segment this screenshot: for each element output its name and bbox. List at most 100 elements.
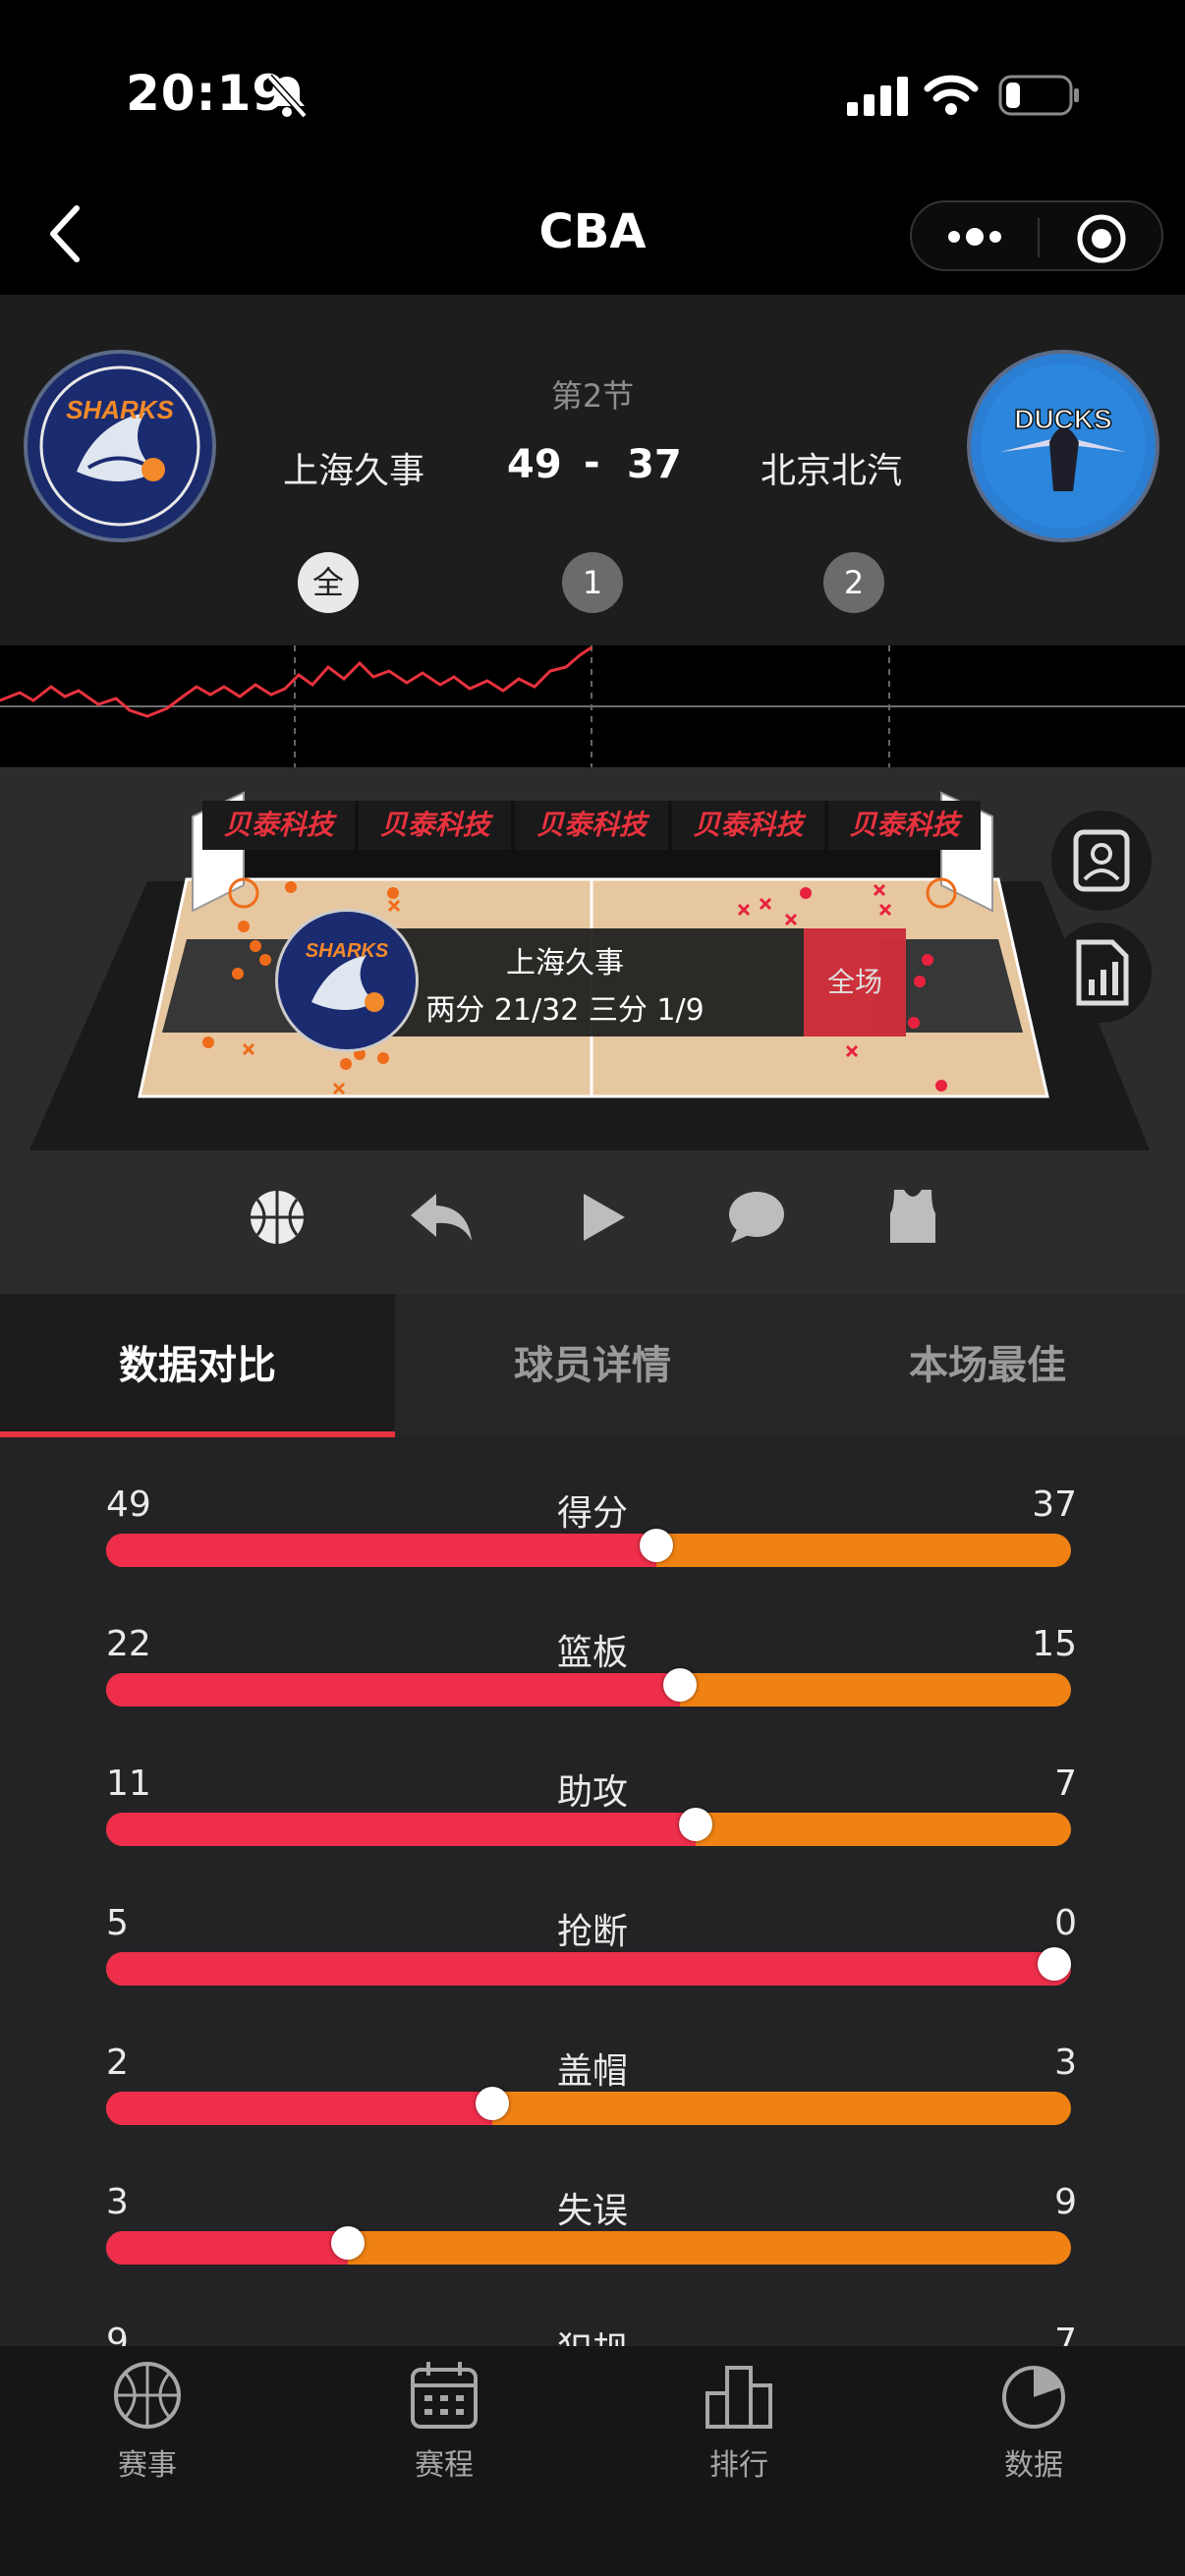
stat-bar bbox=[106, 2092, 1071, 2125]
stat-bar-home-fill bbox=[106, 1952, 1071, 1986]
basketball-icon[interactable] bbox=[248, 1188, 307, 1247]
stat-name: 助攻 bbox=[556, 1772, 628, 1813]
jersey-icon[interactable] bbox=[888, 1186, 937, 1247]
stat-name: 犯规 bbox=[0, 2322, 1185, 2346]
bottom-tab-schedule[interactable]: 赛程 bbox=[346, 2360, 542, 2484]
away-stat-value: 15 bbox=[1032, 1624, 1077, 1664]
battery-icon bbox=[998, 75, 1079, 116]
period-tab-2[interactable]: 2 bbox=[823, 552, 884, 613]
stat-bar-knob bbox=[330, 2226, 365, 2260]
bottom-tab-ranking[interactable]: 排行 bbox=[641, 2360, 837, 2484]
tab-bar: 数据对比 球员详情 本场最佳 bbox=[0, 1294, 1185, 1437]
stat-bar bbox=[106, 1813, 1071, 1846]
trend-svg bbox=[0, 645, 1185, 767]
stat-bar-home-fill bbox=[106, 1813, 696, 1846]
wifi-icon bbox=[924, 75, 979, 115]
away-stat-value: 37 bbox=[1032, 1484, 1077, 1525]
ranking-icon bbox=[705, 2366, 772, 2429]
stat-bar-home-fill bbox=[106, 1534, 656, 1567]
stat-bar bbox=[106, 1534, 1071, 1567]
stat-bar-knob bbox=[475, 2087, 509, 2120]
basketball-icon bbox=[114, 2362, 181, 2429]
mute-bell-icon bbox=[266, 74, 308, 118]
stat-row: 5 抢断 0 bbox=[0, 1903, 1185, 2043]
stat-row: 2 盖帽 3 bbox=[0, 2043, 1185, 2182]
court-area: 贝泰科技 贝泰科技 贝泰科技 贝泰科技 贝泰科技 上海久事 两分 21/32 三… bbox=[0, 767, 1185, 1294]
player-card-icon bbox=[1073, 829, 1130, 892]
stat-row: 11 助攻 7 bbox=[0, 1764, 1185, 1903]
bottom-nav: 赛事 赛程 排行 数据 bbox=[0, 2346, 1185, 2576]
away-stat-value: 3 bbox=[1054, 2043, 1077, 2083]
duck-logo-icon: DUCKS bbox=[981, 364, 1146, 529]
sponsor-board: 贝泰科技 bbox=[671, 801, 824, 850]
sponsor-board: 贝泰科技 bbox=[202, 801, 356, 850]
stat-row: 49 得分 37 bbox=[0, 1484, 1185, 1624]
away-stat-value: 7 bbox=[1054, 1764, 1077, 1804]
sponsor-board: 贝泰科技 bbox=[827, 801, 982, 850]
comment-icon[interactable] bbox=[727, 1190, 786, 1245]
stat-name: 篮板 bbox=[556, 1633, 628, 1673]
nav-bar: CBA bbox=[0, 177, 1185, 295]
svg-text:DUCKS: DUCKS bbox=[1014, 404, 1112, 434]
rewind-icon[interactable] bbox=[407, 1188, 476, 1247]
stat-bar-home-fill bbox=[106, 2092, 492, 2125]
stat-bar-home-fill bbox=[106, 2231, 348, 2265]
sponsor-banner: 贝泰科技 贝泰科技 贝泰科技 贝泰科技 贝泰科技 bbox=[202, 801, 982, 850]
stat-bar-home-fill bbox=[106, 1673, 681, 1707]
sponsor-board: 贝泰科技 bbox=[359, 801, 512, 850]
home-team-name: 上海久事 bbox=[283, 451, 425, 491]
stat-bar-knob bbox=[1038, 1947, 1071, 1981]
stat-name: 失误 bbox=[556, 2191, 628, 2231]
stat-bar bbox=[106, 1952, 1071, 1986]
stats-compare-list: 49 得分 37 22 篮板 15 11 助攻 7 5 抢断 0 2 盖帽 3 … bbox=[0, 1437, 1185, 2346]
shark-logo-icon: SHARKS bbox=[306, 940, 389, 1012]
away-score: 37 bbox=[627, 442, 682, 487]
stat-row: 9 犯规 7 bbox=[0, 2322, 1185, 2346]
full-game-button[interactable]: 全场 bbox=[804, 928, 906, 1036]
svg-text:SHARKS: SHARKS bbox=[306, 940, 389, 962]
score-separator: - bbox=[584, 440, 600, 485]
score-panel: SHARKS 第2节 上海久事 49 - 37 北京北汽 DUCKS 全 1 2 bbox=[0, 295, 1185, 645]
away-stat-value: 7 bbox=[1054, 2322, 1077, 2346]
pie-chart-icon bbox=[1002, 2366, 1065, 2429]
period-tab-1[interactable]: 1 bbox=[562, 552, 623, 613]
capsule-menu bbox=[910, 200, 1163, 271]
clock: 20:19 bbox=[126, 65, 288, 122]
bottom-tab-label: 赛事 bbox=[118, 2448, 177, 2483]
status-bar: 20:19 bbox=[0, 0, 1185, 177]
close-miniprogram-icon[interactable] bbox=[1075, 212, 1128, 265]
stat-name: 抢断 bbox=[556, 1912, 628, 1952]
home-score: 49 bbox=[507, 442, 562, 487]
play-icon[interactable] bbox=[580, 1190, 629, 1245]
away-stat-value: 0 bbox=[1054, 1903, 1077, 1943]
sponsor-board: 贝泰科技 bbox=[515, 801, 668, 850]
bottom-tab-label: 数据 bbox=[1004, 2448, 1063, 2483]
score-trend-chart bbox=[0, 645, 1185, 767]
tab-best-players[interactable]: 本场最佳 bbox=[790, 1294, 1185, 1437]
period-tab-all[interactable]: 全 bbox=[298, 552, 359, 613]
away-stat-value: 9 bbox=[1054, 2182, 1077, 2222]
report-chart-icon bbox=[1076, 939, 1129, 1006]
stat-name: 盖帽 bbox=[556, 2051, 628, 2092]
more-icon[interactable] bbox=[945, 222, 1004, 252]
calendar-icon bbox=[411, 2362, 478, 2429]
tab-player-details[interactable]: 球员详情 bbox=[395, 1294, 790, 1437]
stat-bar bbox=[106, 1673, 1071, 1707]
stat-name: 得分 bbox=[556, 1493, 628, 1534]
bottom-tab-events[interactable]: 赛事 bbox=[49, 2360, 246, 2484]
stat-row: 3 失误 9 bbox=[0, 2182, 1185, 2322]
stat-row: 22 篮板 15 bbox=[0, 1624, 1185, 1764]
bottom-tab-data[interactable]: 数据 bbox=[935, 2360, 1132, 2484]
stats-view-button[interactable] bbox=[1051, 923, 1152, 1023]
bottom-tab-label: 赛程 bbox=[415, 2448, 474, 2483]
popup-team-logo: SHARKS bbox=[275, 909, 419, 1052]
player-view-button[interactable] bbox=[1051, 811, 1152, 911]
stat-bar bbox=[106, 2231, 1071, 2265]
stat-bar-knob bbox=[639, 1529, 673, 1562]
bottom-tab-label: 排行 bbox=[709, 2448, 768, 2483]
stat-bar-knob bbox=[679, 1808, 712, 1841]
signal-icon bbox=[847, 77, 908, 116]
tab-data-compare[interactable]: 数据对比 bbox=[0, 1294, 395, 1437]
away-team-name: 北京北汽 bbox=[761, 451, 903, 491]
away-team-logo[interactable]: DUCKS bbox=[967, 350, 1159, 542]
